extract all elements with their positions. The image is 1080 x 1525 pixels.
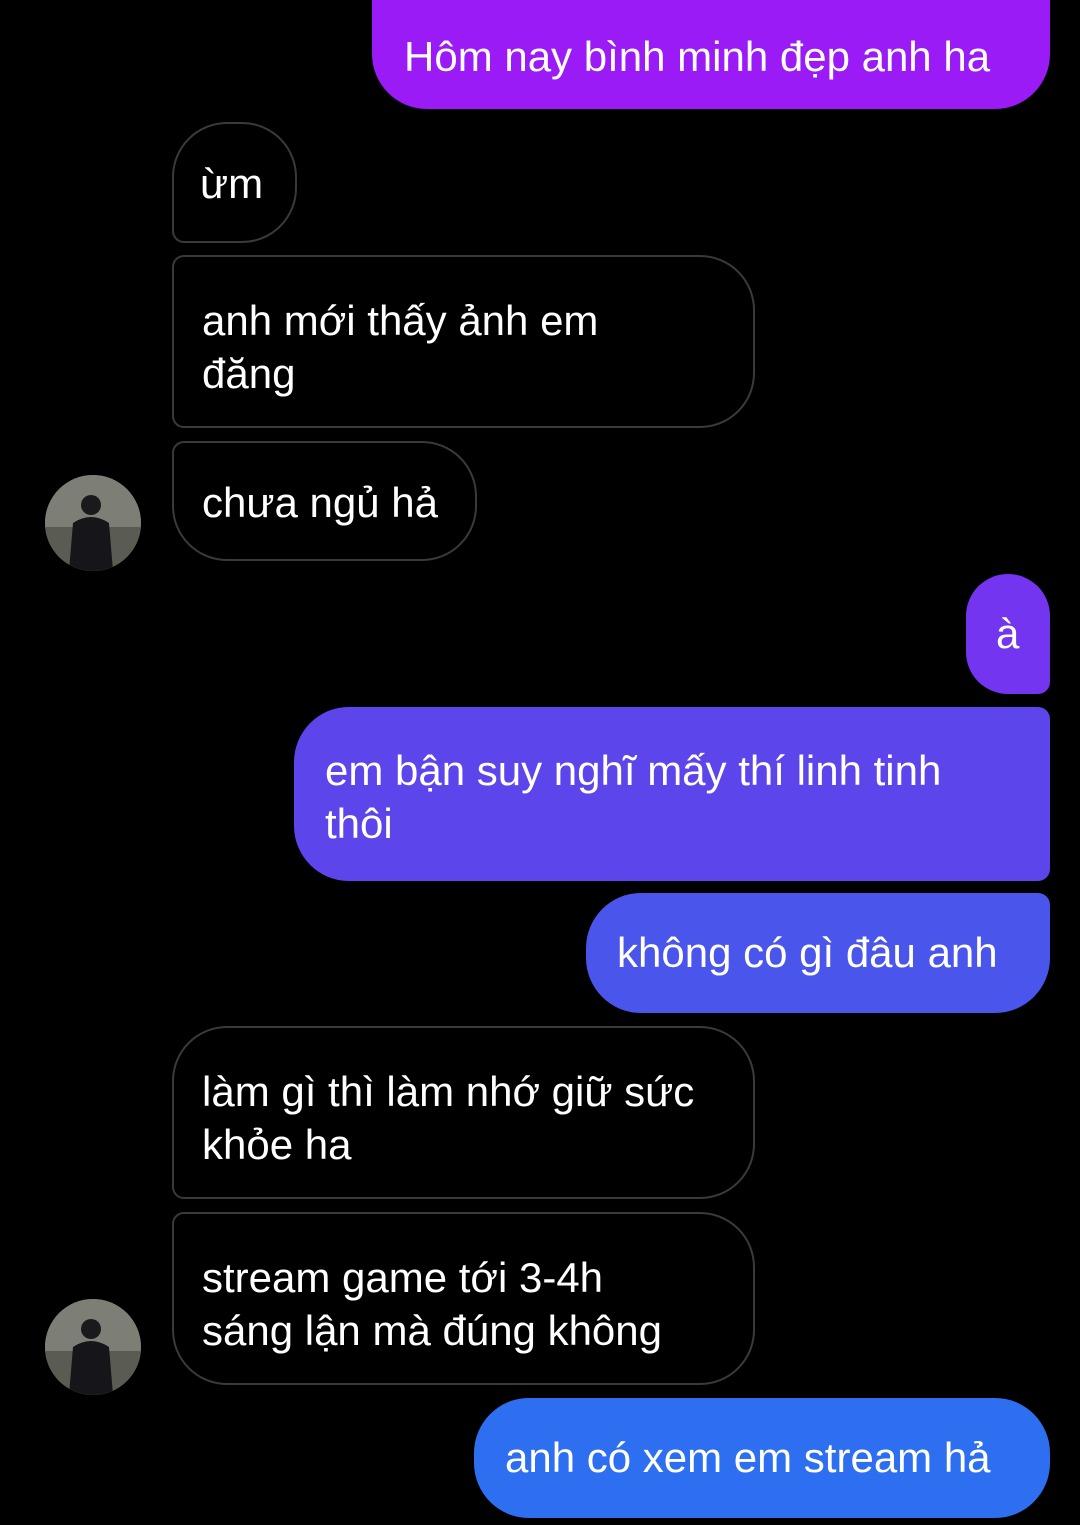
message-text: ừm [200,160,264,207]
message-incoming[interactable]: chưa ngủ hả [172,441,477,561]
message-incoming[interactable]: anh mới thấy ảnh em đăng [172,255,755,428]
message-outgoing[interactable]: em bận suy nghĩ mấy thí linh tinh thôi [294,707,1050,881]
contact-avatar[interactable] [45,475,141,571]
message-text: anh mới thấy ảnh em đăng [202,297,599,397]
message-outgoing[interactable]: không có gì đâu anh [586,893,1050,1013]
person-photo-icon [45,475,141,571]
person-photo-icon [45,1299,141,1395]
message-text: không có gì đâu anh [617,929,998,976]
message-text: stream game tới 3-4h sáng lận mà đúng kh… [202,1254,663,1354]
message-text: em bận suy nghĩ mấy thí linh tinh thôi [325,747,942,847]
message-outgoing[interactable]: à [966,574,1050,694]
message-text: à [996,610,1020,657]
message-outgoing[interactable]: Hôm nay bình minh đẹp anh ha [372,0,1050,109]
message-text: Hôm nay bình minh đẹp anh ha [404,33,991,80]
message-text: làm gì thì làm nhớ giữ sức khỏe ha [202,1068,695,1168]
contact-avatar[interactable] [45,1299,141,1395]
message-text: chưa ngủ hả [202,479,438,526]
message-outgoing[interactable]: anh có xem em stream hả [474,1398,1050,1518]
message-incoming[interactable]: ừm [172,122,297,243]
message-text: anh có xem em stream hả [505,1434,991,1481]
message-thread[interactable]: Hôm nay bình minh đẹp anh ha ừm anh mới … [0,0,1080,1525]
message-incoming[interactable]: stream game tới 3-4h sáng lận mà đúng kh… [172,1212,755,1385]
message-incoming[interactable]: làm gì thì làm nhớ giữ sức khỏe ha [172,1026,755,1199]
